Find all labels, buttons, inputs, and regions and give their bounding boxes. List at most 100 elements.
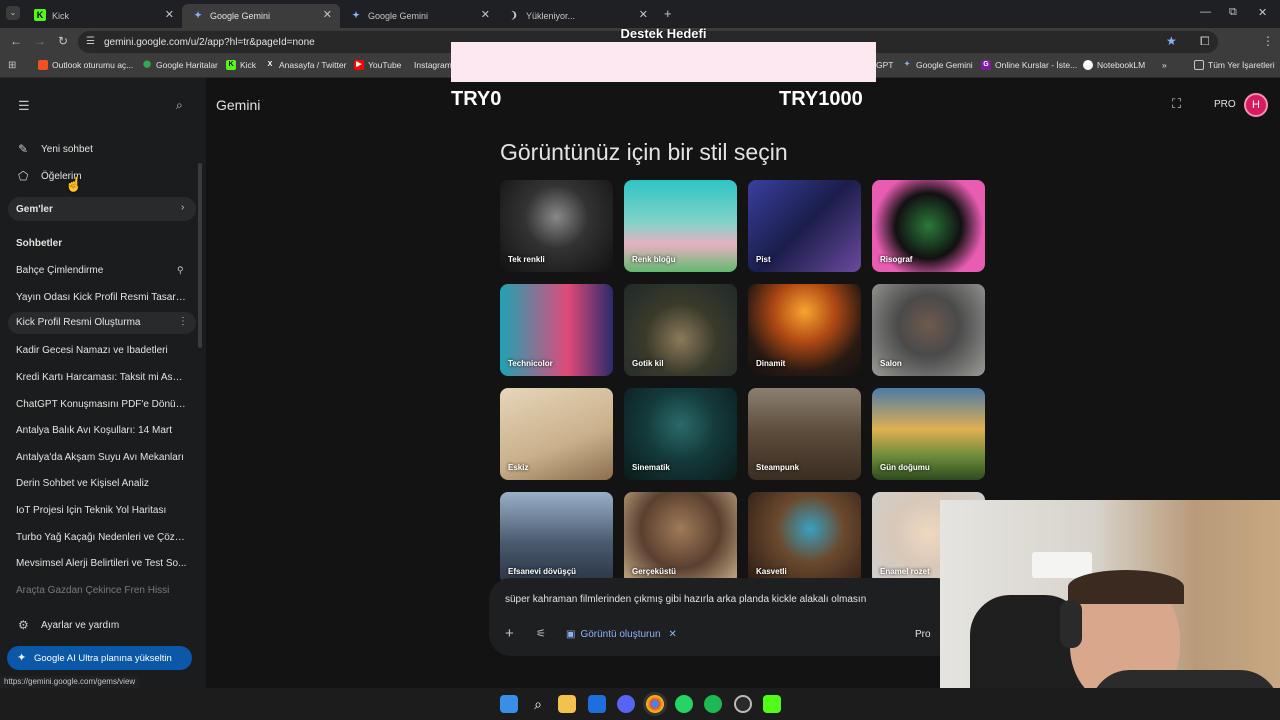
file-explorer-icon[interactable] xyxy=(558,695,576,713)
close-icon[interactable]: ✕ xyxy=(323,8,332,21)
new-tab-icon[interactable]: + xyxy=(664,6,672,21)
upgrade-button[interactable]: ✦ Google AI Ultra planına yükseltin xyxy=(7,646,192,670)
bookmark-star-icon[interactable]: ★ xyxy=(1166,34,1177,48)
bookmark-gemini[interactable]: ✦ Google Gemini xyxy=(902,60,973,70)
chat-item[interactable]: Araçta Gazdan Çekince Fren Hissi xyxy=(0,583,200,603)
kick-app-icon[interactable] xyxy=(763,695,781,713)
app-title: Gemini xyxy=(216,97,261,113)
whatsapp-icon[interactable] xyxy=(675,695,693,713)
style-card-gloomy[interactable]: Kasvetli xyxy=(748,492,861,584)
chat-item[interactable]: Kredi Kartı Harcaması: Taksit mi Asga... xyxy=(0,370,200,390)
reload-icon[interactable]: ↻ xyxy=(58,34,68,48)
model-selector[interactable]: Pro xyxy=(915,629,931,640)
chat-item[interactable]: Turbo Yağ Kaçağı Nedenleri ve Çözü... xyxy=(0,530,200,550)
chat-item-hovered[interactable]: Kick Profil Resmi Oluşturma ⋮ xyxy=(8,312,196,334)
chats-header: Sohbetler xyxy=(16,238,63,249)
spotify-icon[interactable] xyxy=(704,695,722,713)
avatar[interactable]: H xyxy=(1244,93,1268,117)
close-icon[interactable]: ✕ xyxy=(669,629,677,640)
chat-item[interactable]: Derin Sohbet ve Kişisel Analiz xyxy=(0,476,200,496)
windows-start-icon[interactable] xyxy=(500,695,518,713)
chat-item[interactable]: Antalya Balık Avı Koşulları: 14 Mart xyxy=(0,423,200,443)
image-tool-chip[interactable]: ▣ Görüntü oluşturun ✕ xyxy=(566,625,677,643)
back-icon[interactable]: ← xyxy=(10,34,22,48)
tools-icon[interactable]: ⚟ xyxy=(536,627,546,640)
minimize-icon[interactable]: — xyxy=(1200,6,1211,18)
bookmark-courses[interactable]: G Online Kurslar - İste... xyxy=(981,60,1077,70)
chat-title: Turbo Yağ Kaçağı Nedenleri ve Çözü... xyxy=(16,532,188,543)
discord-icon[interactable] xyxy=(617,695,635,713)
bookmark-gpt[interactable]: GPT xyxy=(876,60,893,70)
tab-search-icon[interactable]: ⌄ xyxy=(6,6,20,20)
style-card-gothic-clay[interactable]: Gotik kil xyxy=(624,284,737,376)
more-options-icon[interactable]: ⋮ xyxy=(178,316,188,327)
style-label: Eskiz xyxy=(508,463,529,472)
bookmark-maps[interactable]: ⬤ Google Haritalar xyxy=(142,60,218,70)
restore-icon[interactable]: ⧉ xyxy=(1229,6,1237,19)
apps-grid-icon[interactable]: ⊞ xyxy=(8,60,16,71)
style-card-risograph[interactable]: Risograf xyxy=(872,180,985,272)
close-icon[interactable]: ✕ xyxy=(165,8,174,21)
chat-item[interactable]: Antalya'da Akşam Suyu Avı Mekanları xyxy=(0,450,200,470)
share-screen-icon[interactable]: ⛶ xyxy=(1172,96,1181,112)
tab-gemini-active[interactable]: ✦ Google Gemini ✕ xyxy=(182,4,340,28)
close-icon[interactable]: ✕ xyxy=(639,8,648,21)
bookmark-twitter[interactable]: X Anasayfa / Twitter xyxy=(265,60,347,70)
style-card-color-block[interactable]: Renk bloğu xyxy=(624,180,737,272)
chat-item[interactable]: ChatGPT Konuşmasını PDF'e Dönüştü... xyxy=(0,397,200,417)
style-label: Enamel rozet xyxy=(880,567,930,576)
chrome-icon[interactable] xyxy=(646,695,664,713)
bookmark-notebooklm[interactable]: NotebookLM xyxy=(1083,60,1145,70)
chat-item[interactable]: Kadir Gecesi Namazı ve İbadetleri xyxy=(0,343,200,363)
bookmark-youtube[interactable]: ▶ YouTube xyxy=(354,60,401,70)
style-label: Renk bloğu xyxy=(632,255,676,264)
settings-button[interactable]: ⚙ Ayarlar ve yardım xyxy=(0,615,200,637)
search-icon[interactable]: ⌕ xyxy=(529,695,547,713)
add-icon[interactable]: + xyxy=(505,625,514,642)
bookmark-outlook[interactable]: Outlook oturumu aç... xyxy=(38,60,133,70)
obs-icon[interactable] xyxy=(734,695,752,713)
style-card-legendary-fighter[interactable]: Efsanevi dövüşçü xyxy=(500,492,613,584)
prompt-box: süper kahraman filmlerinden çıkmış gibi … xyxy=(489,578,959,656)
close-icon[interactable]: ✕ xyxy=(481,8,490,21)
tab-loading[interactable]: ❩ Yükleniyor... ✕ xyxy=(498,4,656,28)
search-icon[interactable]: ⌕ xyxy=(176,98,183,113)
style-card-sunrise[interactable]: Gün doğumu xyxy=(872,388,985,480)
menu-dots-icon[interactable]: ⋮ xyxy=(1262,34,1274,48)
site-info-icon[interactable]: ☰ xyxy=(86,36,95,47)
sidebar-scrollbar[interactable] xyxy=(198,163,202,348)
style-card-dynamite[interactable]: Dinamit xyxy=(748,284,861,376)
sidebar: ☰ ⌕ ✎ Yeni sohbet ⬠ Öğelerim Gem'ler › S… xyxy=(0,78,206,688)
forward-icon[interactable]: → xyxy=(34,34,46,48)
kick-icon: K xyxy=(226,60,236,70)
more-bookmarks-icon[interactable]: » xyxy=(1162,60,1167,70)
tab-kick[interactable]: K Kick ✕ xyxy=(24,4,182,28)
style-card-monochrome[interactable]: Tek renkli xyxy=(500,180,613,272)
mail-icon[interactable] xyxy=(588,695,606,713)
style-card-technicolor[interactable]: Technicolor xyxy=(500,284,613,376)
style-card-salon[interactable]: Salon xyxy=(872,284,985,376)
tab-bar: ⌄ K Kick ✕ ✦ Google Gemini ✕ ✦ Google Ge… xyxy=(0,0,1280,28)
style-card-cinematic[interactable]: Sinematik xyxy=(624,388,737,480)
style-card-runway[interactable]: Pist xyxy=(748,180,861,272)
style-card-sketch[interactable]: Eskiz xyxy=(500,388,613,480)
style-card-steampunk[interactable]: Steampunk xyxy=(748,388,861,480)
extensions-icon[interactable]: ⧠ xyxy=(1200,34,1210,49)
chat-item[interactable]: Yayın Odası Kick Profil Resmi Tasarımı xyxy=(0,290,200,310)
hamburger-menu-icon[interactable]: ☰ xyxy=(18,98,30,114)
chat-item[interactable]: Mevsimsel Alerji Belirtileri ve Test So.… xyxy=(0,556,200,576)
new-chat-button[interactable]: ✎ Yeni sohbet xyxy=(0,140,200,160)
gems-button[interactable]: Gem'ler › xyxy=(8,197,196,221)
style-card-surreal[interactable]: Gerçeküstü xyxy=(624,492,737,584)
chat-item[interactable]: Bahçe Çimlendirme ⚲ xyxy=(0,263,200,283)
bookmark-kick[interactable]: K Kick xyxy=(226,60,256,70)
tab-gemini[interactable]: ✦ Google Gemini ✕ xyxy=(340,4,498,28)
close-window-icon[interactable]: ✕ xyxy=(1258,6,1267,19)
prompt-input[interactable]: süper kahraman filmlerinden çıkmış gibi … xyxy=(505,594,866,605)
my-items-button[interactable]: ⬠ Öğelerim xyxy=(0,167,200,187)
chat-title: Yayın Odası Kick Profil Resmi Tasarımı xyxy=(16,292,188,303)
all-bookmarks[interactable]: Tüm Yer İşaretleri xyxy=(1194,60,1275,70)
notebooklm-icon xyxy=(1083,60,1093,70)
chat-item[interactable]: IoT Projesi İçin Teknik Yol Haritası xyxy=(0,503,200,523)
bookmark-instagram[interactable]: Instagram xyxy=(410,60,451,70)
